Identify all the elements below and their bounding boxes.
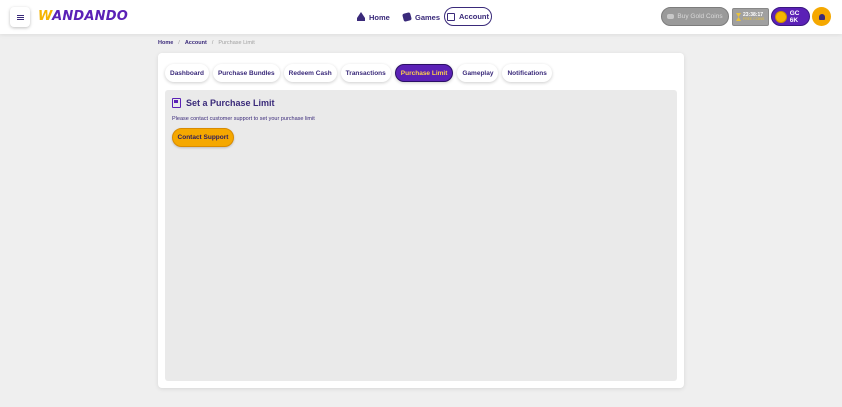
panel-heading: Set a Purchase Limit [172,98,275,108]
tab-transactions[interactable]: Transactions [340,64,391,82]
coins-icon [667,14,675,19]
games-icon [402,12,412,22]
menu-icon [16,16,24,18]
tab-notifications[interactable]: Notifications [502,64,552,82]
nav-home-label: Home [369,12,390,22]
free-coins-timer[interactable]: 23:38:17 FREE COINS [732,8,769,26]
tab-dashboard[interactable]: Dashboard [165,64,209,82]
bell-icon [818,13,825,20]
purchase-limit-panel: Set a Purchase Limit Please contact cust… [165,90,677,381]
logo-text: ANDANDO [52,9,128,24]
account-card-icon [447,12,455,21]
tab-purchase-bundles[interactable]: Purchase Bundles [212,64,280,82]
breadcrumb: Home / Account / Purchase Limit [158,40,255,46]
gc-balance-value: GC 6K [789,9,800,24]
breadcrumb-home[interactable]: Home [158,40,173,46]
notifications-button[interactable] [812,7,831,26]
gold-coin-icon [775,10,787,23]
gold-coin-balance[interactable]: GC 6K [771,7,810,26]
tab-gameplay[interactable]: Gameplay [457,64,499,82]
breadcrumb-account[interactable]: Account [185,40,207,46]
brand-logo[interactable]: WANDANDO [38,9,128,24]
nav-games[interactable]: Games [402,8,441,26]
contact-support-button[interactable]: Contact Support [172,128,234,147]
top-header: WANDANDO Home Games Account Buy Gold Coi… [0,0,842,34]
breadcrumb-separator: / [211,40,214,46]
panel-description: Please contact customer support to set y… [172,116,315,122]
buy-coins-label: Buy Gold Coins [677,13,723,20]
tab-redeem-cash[interactable]: Redeem Cash [283,64,337,82]
account-tabs: Dashboard Purchase Bundles Redeem Cash T… [165,64,552,82]
timer-sub: FREE COINS [743,16,765,21]
breadcrumb-separator: / [178,40,180,46]
nav-account[interactable]: Account [444,7,492,26]
hamburger-menu-button[interactable] [10,7,30,27]
register-icon [172,98,181,108]
breadcrumb-current: Purchase Limit [218,40,255,46]
nav-games-label: Games [415,12,441,22]
buy-gold-coins-button[interactable]: Buy Gold Coins [661,7,729,26]
account-card: Dashboard Purchase Bundles Redeem Cash T… [158,53,684,388]
tab-purchase-limit[interactable]: Purchase Limit [394,64,454,82]
crown-icon [357,12,365,21]
panel-title: Set a Purchase Limit [186,98,275,108]
nav-home[interactable]: Home [357,8,390,26]
hourglass-icon [736,13,741,21]
nav-account-label: Account [459,12,489,21]
